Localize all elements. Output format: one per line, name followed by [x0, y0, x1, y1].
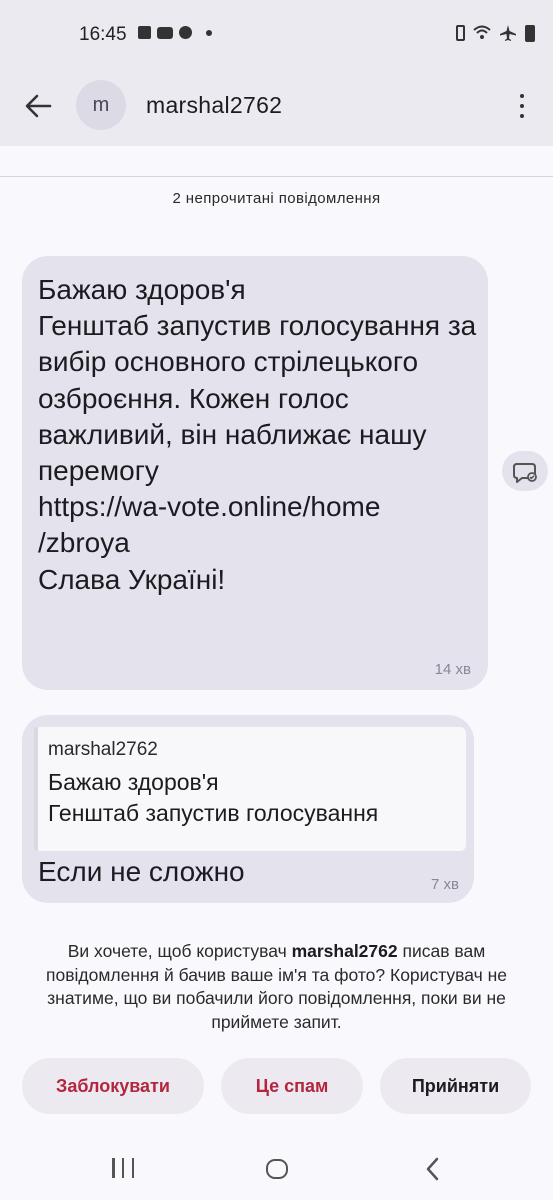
- nav-back-icon[interactable]: [423, 1156, 443, 1182]
- system-nav-bar: [0, 1140, 553, 1200]
- message-request-notice: Ви хочете, щоб користувач marshal2762 пи…: [40, 940, 513, 1034]
- block-button[interactable]: Заблокувати: [22, 1058, 204, 1114]
- conversation-header: m marshal2762: [0, 70, 553, 146]
- more-vertical-icon[interactable]: [511, 88, 533, 124]
- gallery-icon: [138, 26, 151, 39]
- message-bubble[interactable]: marshal2762 Бажаю здоров'я Генштаб запус…: [22, 715, 474, 903]
- quote-author: marshal2762: [48, 739, 158, 760]
- message-time: 7 хв: [431, 876, 459, 893]
- message-text: Если не сложно: [38, 856, 245, 887]
- status-system-icons: [456, 24, 535, 42]
- back-arrow-icon[interactable]: [20, 88, 56, 124]
- quote-bar: [34, 727, 38, 851]
- reply-icon: [513, 463, 537, 483]
- reply-button[interactable]: [502, 451, 548, 491]
- dot-icon: [206, 29, 212, 36]
- airplane-icon: [500, 25, 516, 41]
- home-icon[interactable]: [266, 1159, 288, 1179]
- message-text: Бажаю здоров'я Генштаб запустив голосува…: [38, 274, 477, 595]
- avatar[interactable]: m: [76, 80, 126, 130]
- request-prefix: Ви хочете, щоб користувач: [67, 941, 292, 961]
- quote-text: Бажаю здоров'я Генштаб запустив голосува…: [48, 769, 379, 826]
- status-time: 16:45: [79, 24, 127, 45]
- report-spam-button[interactable]: Це спам: [221, 1058, 363, 1114]
- accept-button[interactable]: Прийняти: [380, 1058, 531, 1114]
- battery-saver-icon: [456, 25, 465, 41]
- wifi-icon: [473, 25, 491, 39]
- quoted-message[interactable]: marshal2762 Бажаю здоров'я Генштаб запус…: [34, 727, 466, 851]
- message-time: 14 хв: [434, 661, 471, 678]
- battery-icon: [525, 24, 535, 42]
- contact-name[interactable]: marshal2762: [146, 92, 282, 119]
- status-bar: 16:45: [0, 0, 553, 70]
- request-username: marshal2762: [291, 941, 398, 961]
- status-notification-icons: [138, 26, 212, 39]
- youtube-icon: [157, 26, 173, 39]
- header-divider: [0, 176, 553, 177]
- app-icon: [179, 26, 192, 39]
- unread-banner: 2 непрочитані повідомлення: [172, 190, 381, 207]
- message-bubble[interactable]: Бажаю здоров'я Генштаб запустив голосува…: [22, 256, 488, 690]
- recents-icon[interactable]: [112, 1158, 134, 1180]
